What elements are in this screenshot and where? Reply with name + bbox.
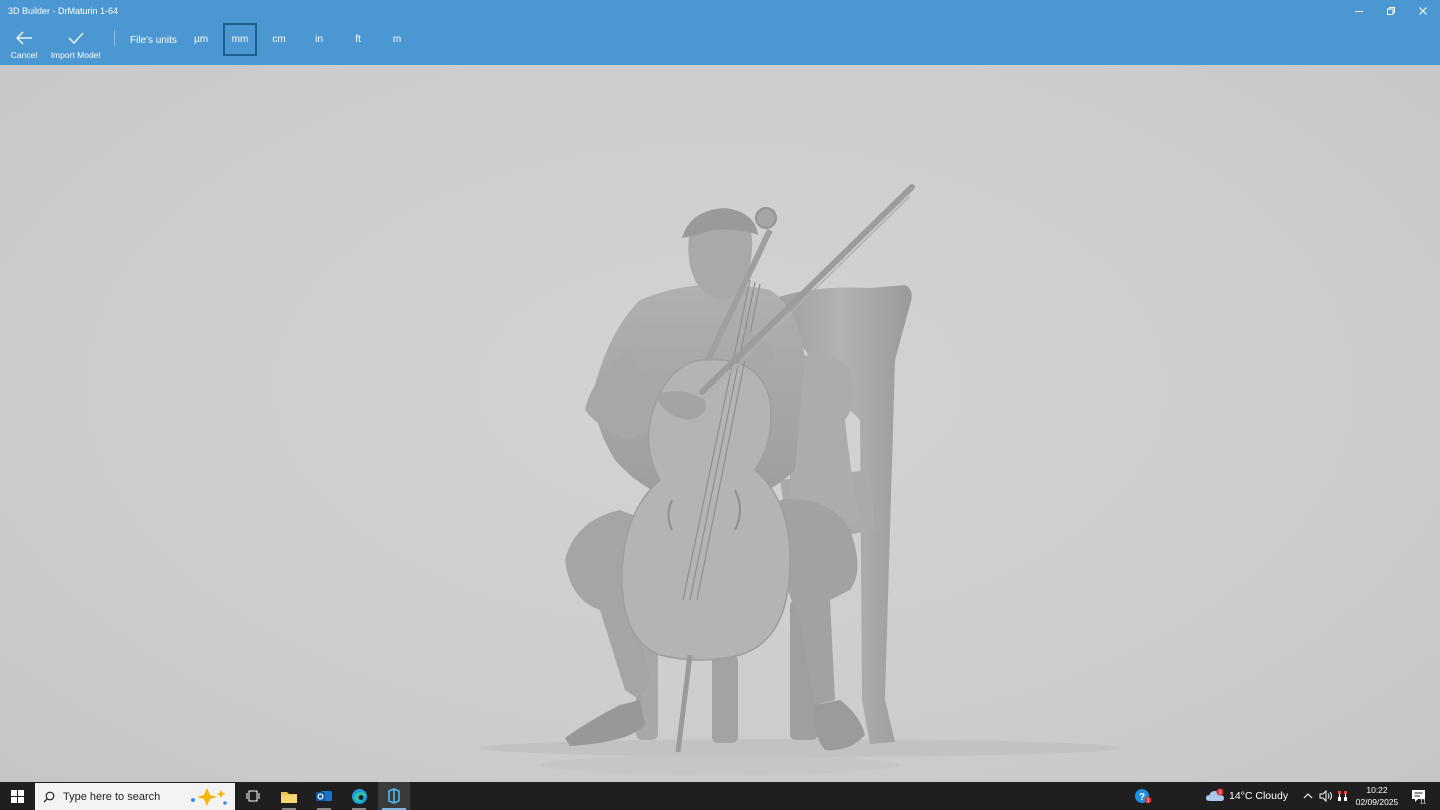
minimize-icon — [1355, 11, 1363, 12]
outlook-button[interactable] — [309, 782, 339, 810]
volume-button[interactable] — [1317, 782, 1335, 810]
weather-condition: Cloudy — [1255, 790, 1289, 802]
search-icon — [43, 791, 55, 802]
network-button[interactable] — [1335, 782, 1350, 810]
unit-meter[interactable]: m — [380, 23, 414, 56]
import-model-label: Import Model — [50, 50, 101, 60]
files-units-label: File's units — [130, 35, 177, 46]
app-header: 3D Builder - DrMaturin 1-64 Cancel Impor… — [0, 0, 1440, 65]
start-icon — [10, 789, 24, 803]
show-hidden-icons-button[interactable] — [1300, 782, 1316, 810]
taskbar-search-box[interactable]: Type here to search — [35, 783, 235, 810]
3d-viewport[interactable] — [0, 65, 1440, 782]
back-arrow-icon — [16, 31, 32, 45]
edge-icon — [351, 788, 367, 804]
3d-builder-icon — [388, 788, 400, 804]
file-explorer-icon — [281, 791, 297, 803]
minimize-button[interactable] — [1343, 0, 1375, 22]
help-icon: ? 1 — [1135, 789, 1152, 804]
close-button[interactable] — [1407, 0, 1439, 22]
svg-text:?: ? — [1139, 792, 1145, 803]
clock-date: 02/09/2025 — [1355, 797, 1399, 807]
close-icon — [1419, 7, 1427, 15]
restore-button[interactable] — [1375, 0, 1407, 22]
restore-icon — [1387, 7, 1395, 15]
unit-foot[interactable]: ft — [341, 23, 375, 56]
cancel-button[interactable]: Cancel — [8, 28, 40, 60]
notification-count: 11 — [1420, 800, 1427, 805]
outlook-icon — [316, 791, 332, 801]
search-placeholder: Type here to search — [63, 790, 161, 803]
weather-text[interactable]: 14°C Cloudy — [1229, 782, 1288, 810]
taskbar: Type here to search ? 1 1 14°C Cloudy 10… — [0, 782, 1440, 810]
notifications-button[interactable]: 11 — [1407, 782, 1431, 810]
task-view-icon — [246, 790, 260, 802]
weather-temp: 14°C — [1229, 790, 1253, 802]
speaker-icon — [1319, 790, 1332, 802]
chevron-up-icon — [1303, 793, 1313, 799]
clock[interactable]: 10:22 02/09/2025 — [1350, 784, 1404, 808]
unit-inch[interactable]: in — [302, 23, 336, 56]
task-view-button[interactable] — [238, 782, 268, 810]
window-title: 3D Builder - DrMaturin 1-64 — [8, 6, 119, 16]
help-tray-button[interactable]: ? 1 — [1132, 782, 1154, 810]
unit-millimeter[interactable]: mm — [223, 23, 257, 56]
copilot-sparkle-icon — [191, 788, 227, 806]
unit-micrometer[interactable]: µm — [184, 23, 218, 56]
import-model-button[interactable]: Import Model — [48, 28, 103, 60]
toolbar-separator — [114, 30, 115, 46]
cloudy-weather-icon: 1 — [1206, 788, 1224, 801]
cellist-model — [480, 184, 1120, 775]
cancel-label: Cancel — [10, 50, 38, 60]
network-icon — [1338, 791, 1347, 801]
clock-time: 10:22 — [1366, 785, 1388, 795]
file-explorer-button[interactable] — [274, 782, 304, 810]
help-badge: 1 — [1146, 798, 1149, 804]
checkmark-icon — [68, 32, 83, 44]
3d-builder-button[interactable] — [378, 782, 410, 810]
weather-badge: 1 — [1218, 790, 1221, 796]
notification-icon: 11 — [1412, 790, 1427, 805]
unit-centimeter[interactable]: cm — [262, 23, 296, 56]
start-button[interactable] — [0, 782, 34, 810]
weather-button[interactable]: 1 — [1204, 782, 1228, 810]
edge-button[interactable] — [344, 782, 374, 810]
